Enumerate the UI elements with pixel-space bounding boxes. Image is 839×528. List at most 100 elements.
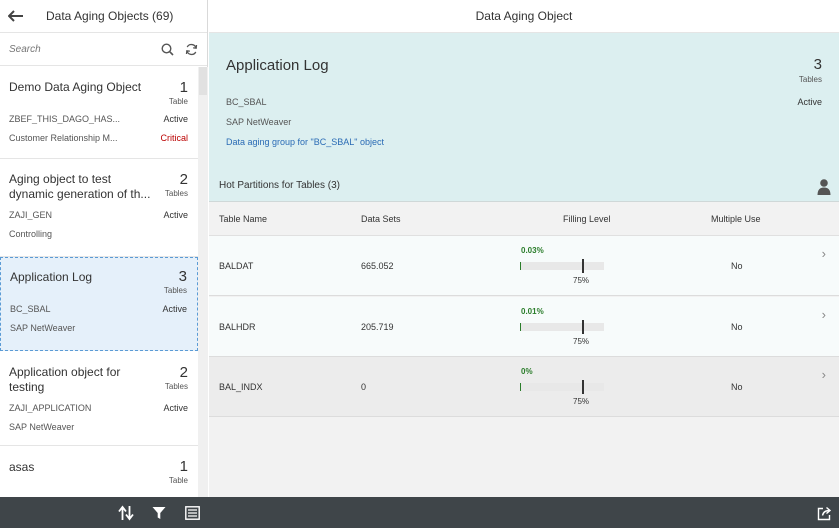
table-row[interactable]: BALDAT 665.052 0.03% 75% No › [209,236,839,296]
list-item[interactable]: asas 1 Table [0,446,198,497]
filling-level-bar [520,383,604,391]
object-count: 3 [813,56,822,73]
search-bar [0,33,207,66]
list-item-title: Application Log [10,270,93,284]
filling-level-target-label: 75% [573,397,590,406]
filling-level-bar-value [520,383,521,391]
filter-button[interactable] [151,505,167,521]
list-item-unit: Tables [163,286,187,295]
list-item-status: Active [163,210,188,220]
chevron-right-icon: › [821,307,826,322]
filling-level-bar [520,323,604,331]
table-row[interactable]: BALHDR 205.719 0.01% 75% No › [209,297,839,357]
person-icon [817,179,831,195]
list-item-count: 2 [179,171,188,188]
list-item[interactable]: Demo Data Aging Object 1 Table ZBEF_THIS… [0,67,198,159]
cell-table-name: BALDAT [219,261,254,271]
detail-pane: Data Aging Object Application Log 3 Tabl… [209,0,839,497]
cell-multiple-use: No [731,261,743,271]
master-scrollbar[interactable] [198,67,208,497]
list-item-unit: Table [168,476,188,485]
back-button[interactable] [0,0,32,33]
list-item-title: Application object for testing [9,365,121,394]
filling-level-value: 0.01% [521,307,544,316]
list-item-count: 1 [179,458,188,475]
cell-table-name: BAL_INDX [219,382,263,392]
group-button[interactable] [184,505,200,521]
footer-toolbar [0,497,839,528]
personalize-button[interactable] [817,178,831,196]
list-item-status: Active [162,304,187,314]
object-attribute-component: SAP NetWeaver [226,117,292,127]
list-item-title: Aging object to test dynamic generation … [9,172,151,201]
chevron-right-icon: › [821,367,826,382]
list-item-selected[interactable]: Application Log 3 Tables BC_SBAL Active … [0,257,198,351]
object-status: Active [797,97,822,107]
search-icon [160,42,174,56]
list-item-count: 2 [179,364,188,381]
list-item-status: Active [163,114,188,124]
refresh-icon [185,43,197,55]
search-button[interactable] [157,39,177,59]
column-header-multiple-use: Multiple Use [711,214,761,224]
object-header: Application Log 3 Tables BC_SBAL Active … [209,33,839,171]
list-item-status-critical: Critical [160,133,188,143]
column-header-data-sets: Data Sets [361,214,401,224]
master-scrollbar-thumb[interactable] [199,67,207,95]
object-attribute-name: BC_SBAL [226,97,267,107]
list-item-status: Active [163,403,188,413]
table-row[interactable]: BAL_INDX 0 0% 75% No › [209,357,839,417]
list-item-attribute: SAP NetWeaver [10,323,76,333]
filling-level-bar-value [520,262,521,270]
refresh-button[interactable] [181,39,201,59]
column-header-table-name: Table Name [219,214,268,224]
list-item-attribute: ZAJI_GEN [9,210,53,220]
cell-data-sets: 0 [361,382,367,392]
list-item-title: asas [9,460,35,474]
list-item-unit: Tables [164,382,188,391]
cell-table-name: BALHDR [219,322,256,332]
chevron-right-icon: › [821,246,826,261]
filling-level-value: 0% [521,367,533,376]
list-item-count: 3 [178,268,187,285]
cell-data-sets: 665.052 [361,261,394,271]
list-item-title: Demo Data Aging Object [9,80,142,94]
share-button[interactable] [816,505,832,521]
detail-header: Data Aging Object [209,0,839,33]
filling-level-bar [520,262,604,270]
data-aging-group-link[interactable]: Data aging group for "BC_SBAL" object [226,137,384,147]
list-item-attribute: BC_SBAL [10,304,51,314]
cell-multiple-use: No [731,322,743,332]
share-icon [817,506,831,520]
filling-level-bar-value [520,323,521,331]
filling-level-target-marker [582,380,584,394]
list-item[interactable]: Aging object to test dynamic generation … [0,159,198,257]
sort-icon [118,505,134,521]
list-item-count: 1 [179,79,188,96]
search-input[interactable] [9,39,153,59]
table-header: Table Name Data Sets Filling Level Multi… [209,202,839,236]
hot-partitions-toolbar: Hot Partitions for Tables (3) [209,171,839,202]
list-item-unit: Tables [164,189,188,198]
filling-level-target-marker [582,259,584,273]
list-item-attribute: ZBEF_THIS_DAGO_HAS... [9,114,121,124]
list-item-attribute: ZAJI_APPLICATION [9,403,92,413]
list-item-attribute: Customer Relationship M... [9,133,118,143]
object-title: Application Log [226,57,329,74]
filling-level-target-marker [582,320,584,334]
sort-button[interactable] [118,505,134,521]
list-item[interactable]: Application object for testing 2 Tables … [0,351,198,446]
list-item-attribute: SAP NetWeaver [9,422,75,432]
filter-icon [152,507,166,519]
detail-header-title: Data Aging Object [475,9,573,23]
data-aging-object-list: Demo Data Aging Object 1 Table ZBEF_THIS… [0,67,198,497]
filling-level-target-label: 75% [573,337,590,346]
cell-data-sets: 205.719 [361,322,394,332]
list-item-unit: Table [168,97,188,106]
master-title: Data Aging Objects (69) [46,9,174,23]
cell-multiple-use: No [731,382,743,392]
hot-partitions-title: Hot Partitions for Tables (3) [219,180,340,191]
arrow-left-icon [8,10,23,22]
object-unit: Tables [798,75,822,84]
list-item-attribute: Controlling [9,229,53,239]
